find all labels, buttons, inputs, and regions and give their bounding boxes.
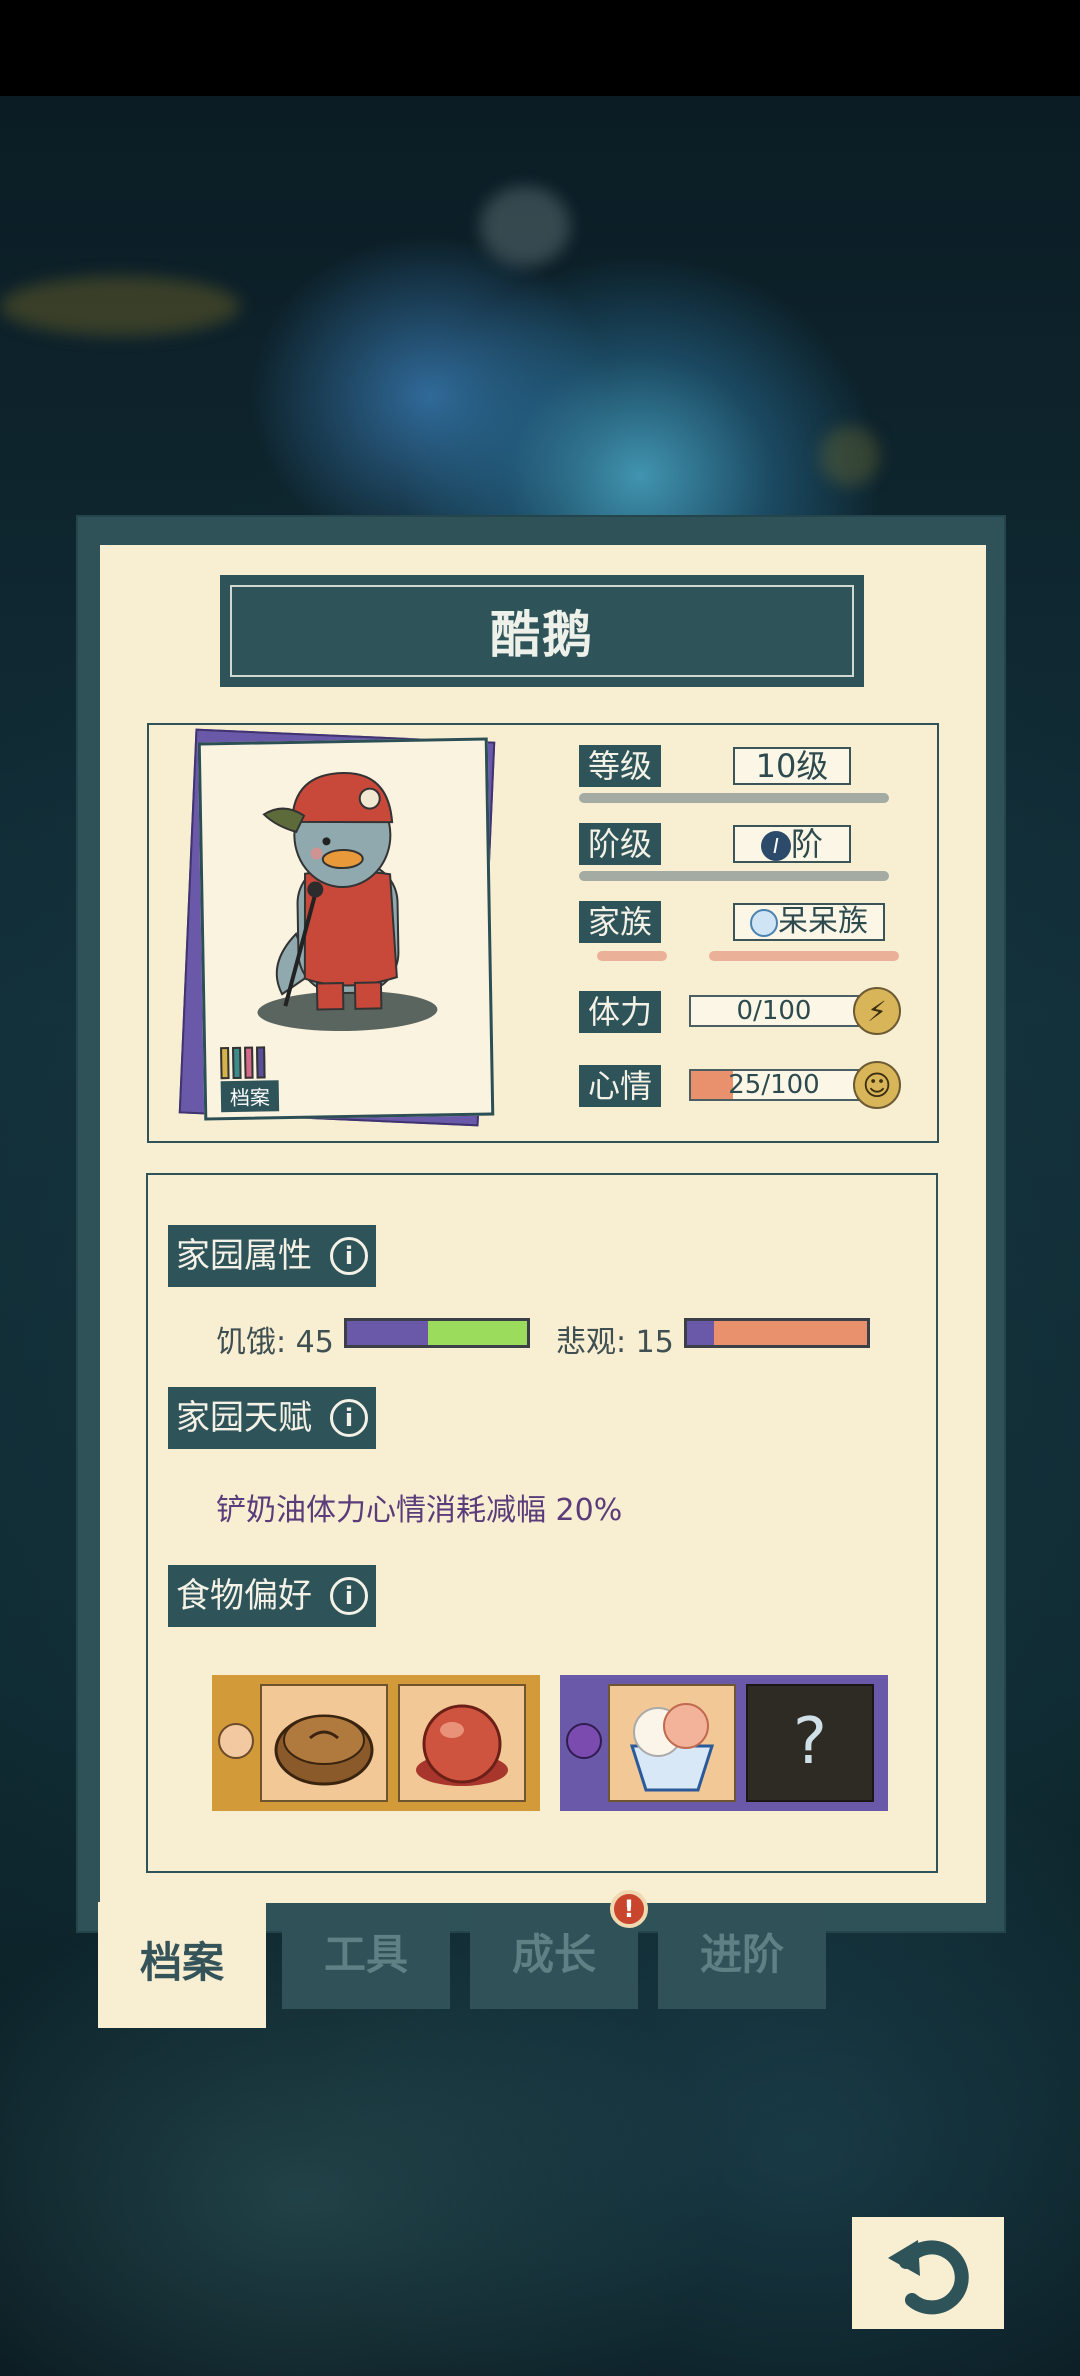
- food-preference-label: 食物偏好: [176, 1576, 312, 1616]
- tab-notification-badge: !: [610, 1890, 648, 1928]
- smile-icon[interactable]: ☺: [853, 1061, 901, 1109]
- book-spine: [220, 1047, 230, 1080]
- mood-bar: 25/100: [689, 1069, 859, 1101]
- penguin-character-illustration: [257, 772, 438, 1032]
- mood-value: 25/100: [728, 1070, 820, 1100]
- stamina-label: 体力: [579, 991, 661, 1033]
- level-value: 10级: [733, 747, 851, 785]
- character-profile-panel: 酷鹅 档案 等级 10级 阶级 I 阶 家族 呆呆族 体力 0/100 ⚡ 心情…: [76, 515, 1006, 1933]
- hunger-bar: [344, 1318, 530, 1348]
- mooncake-icon: [274, 1714, 374, 1786]
- level-label: 等级: [579, 745, 661, 787]
- liked-food-group: [212, 1675, 540, 1811]
- info-icon[interactable]: i: [330, 1399, 368, 1437]
- file-tag[interactable]: 档案: [220, 1044, 280, 1113]
- character-card[interactable]: 档案: [197, 737, 495, 1121]
- food-slot-unknown[interactable]: ?: [746, 1684, 874, 1802]
- tab-advance[interactable]: 进阶: [658, 1905, 826, 2009]
- hunger-label: 饥饿: 45: [216, 1325, 334, 1360]
- home-talent-label: 家园天赋: [176, 1398, 312, 1438]
- clan-value-box[interactable]: 呆呆族: [733, 903, 885, 941]
- decorative-scribble: [579, 793, 889, 803]
- file-tag-label: 档案: [220, 1080, 280, 1113]
- penguin-clan-icon: [750, 908, 778, 937]
- home-talent-text: 铲奶油体力心情消耗减幅 20%: [216, 1493, 623, 1528]
- disliked-food-group: ?: [560, 1675, 888, 1811]
- lightning-icon[interactable]: ⚡: [853, 987, 901, 1035]
- tab-tools[interactable]: 工具: [282, 1905, 450, 2009]
- pessimism-label: 悲观: 15: [556, 1325, 674, 1360]
- stamina-bar: 0/100: [689, 995, 859, 1027]
- clan-value: 呆呆族: [778, 904, 868, 939]
- happy-face-icon: [218, 1723, 254, 1759]
- tab-profile[interactable]: 档案: [98, 1902, 266, 2028]
- red-bean-bun-icon: [416, 1704, 508, 1786]
- shaved-ice-icon: [629, 1703, 715, 1792]
- pessimism-fill: [687, 1321, 714, 1345]
- rank-label: 阶级: [579, 823, 661, 865]
- pessimism-bar: [684, 1318, 870, 1348]
- food-slot-red-bean-bun[interactable]: [398, 1684, 526, 1802]
- info-icon[interactable]: i: [330, 1237, 368, 1275]
- profile-paper: 酷鹅 档案 等级 10级 阶级 I 阶 家族 呆呆族 体力 0/100 ⚡ 心情…: [100, 545, 986, 1903]
- hunger-fill: [347, 1321, 428, 1345]
- background-glow: [480, 186, 570, 266]
- rank-value-box: I阶: [733, 825, 851, 863]
- devil-face-icon: [566, 1723, 602, 1759]
- decorative-scribble: [597, 951, 667, 961]
- book-spine: [232, 1046, 242, 1080]
- title-bar: 酷鹅: [220, 575, 864, 687]
- back-button[interactable]: [852, 2217, 1004, 2329]
- decorative-scribble: [579, 871, 889, 881]
- home-attributes-header: 家园属性 i: [168, 1225, 376, 1287]
- home-talent-header: 家园天赋 i: [168, 1387, 376, 1449]
- tab-growth[interactable]: 成长: [470, 1905, 638, 2009]
- home-details-box: 家园属性 i 饥饿: 45 悲观: 15 家园天赋 i 铲奶油体力心情消耗减幅 …: [146, 1173, 938, 1873]
- clan-label: 家族: [579, 901, 661, 943]
- rank-badge-icon: I: [760, 831, 791, 861]
- info-icon[interactable]: i: [330, 1577, 368, 1615]
- food-preference-header: 食物偏好 i: [168, 1565, 376, 1627]
- home-attributes-label: 家园属性: [176, 1236, 312, 1276]
- food-slot-shaved-ice[interactable]: [608, 1684, 736, 1802]
- mood-label: 心情: [579, 1065, 661, 1107]
- book-spine: [256, 1046, 266, 1079]
- food-slot-mooncake[interactable]: [260, 1684, 388, 1802]
- background-glow: [0, 276, 240, 336]
- back-arrow-icon: [888, 2240, 969, 2315]
- book-spine: [244, 1046, 254, 1079]
- character-name: 酷鹅: [230, 585, 854, 677]
- books-icon: [220, 1044, 279, 1080]
- stamina-value: 0/100: [736, 996, 812, 1026]
- character-info-box: 档案 等级 10级 阶级 I阶 家族 呆呆族 体力 0/100 ⚡ 心情 25/…: [147, 723, 939, 1143]
- rank-value: 阶: [790, 825, 823, 863]
- decorative-scribble: [709, 951, 899, 961]
- background-glow: [820, 426, 880, 486]
